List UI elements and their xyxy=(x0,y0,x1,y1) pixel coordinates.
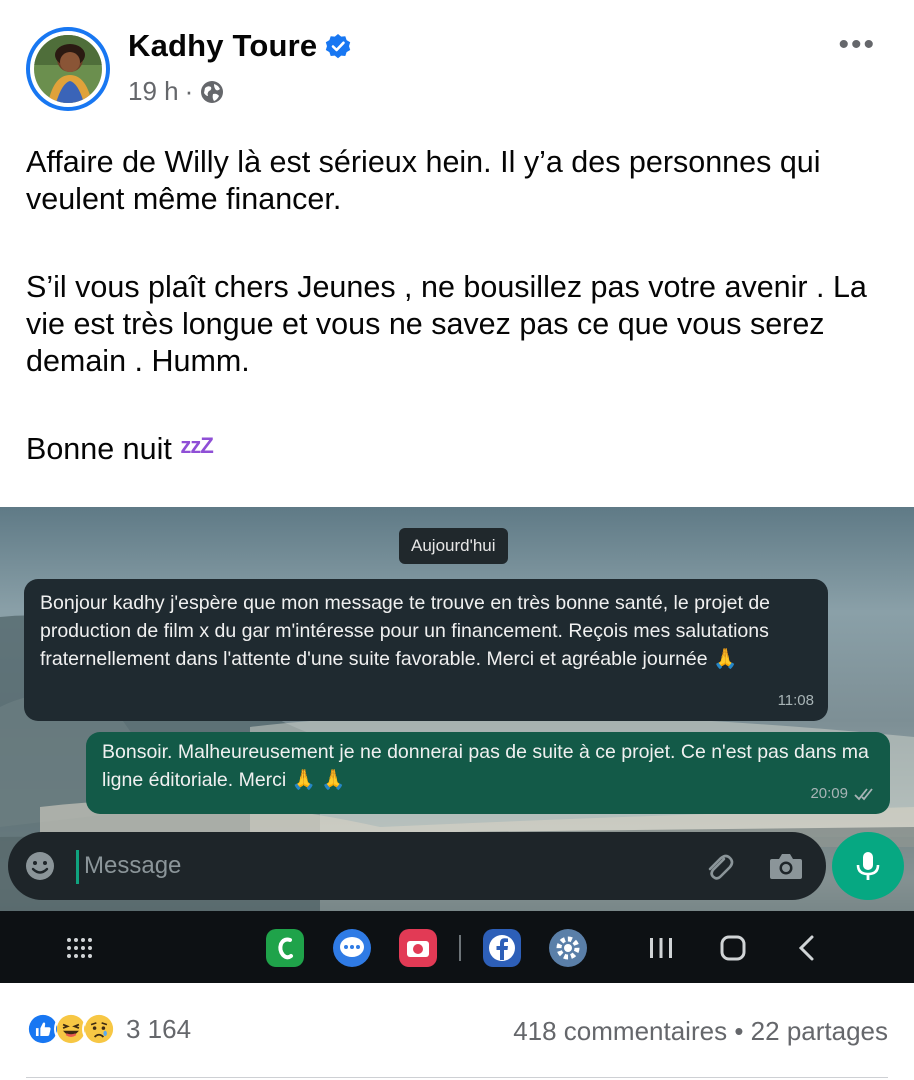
paperclip-icon[interactable] xyxy=(702,850,736,884)
facebook-app-icon[interactable] xyxy=(483,929,521,967)
date-chip: Aujourd'hui xyxy=(399,528,508,564)
incoming-message[interactable]: Bonjour kadhy j'espère que mon message t… xyxy=(24,579,828,721)
android-nav-bar xyxy=(0,911,914,983)
reactions-summary[interactable]: 3 164 xyxy=(26,1012,191,1046)
mic-icon xyxy=(856,852,880,880)
mic-button[interactable] xyxy=(832,832,904,900)
incoming-message-time: 11:08 xyxy=(777,692,814,709)
post-paragraph-1: Affaire de Willy là est sérieux hein. Il… xyxy=(26,145,821,216)
home-icon[interactable] xyxy=(716,931,750,965)
author-name[interactable]: Kadhy Toure xyxy=(128,28,317,64)
meta-separator: · xyxy=(184,76,194,106)
text-cursor xyxy=(76,850,79,884)
message-input[interactable]: Message xyxy=(84,846,181,886)
more-options-icon[interactable]: ••• xyxy=(838,28,876,62)
post-time[interactable]: 19 h xyxy=(128,76,179,107)
messages-app-icon[interactable] xyxy=(333,929,371,967)
post-text: Affaire de Willy là est sérieux hein. Il… xyxy=(26,144,886,470)
emoji-icon[interactable] xyxy=(24,850,56,882)
post-stats: 418 commentaires • 22 partages xyxy=(513,1016,888,1047)
back-icon[interactable] xyxy=(790,931,824,965)
message-input-bar[interactable]: Message xyxy=(8,832,826,900)
outgoing-message-text: Bonsoir. Malheureusement je ne donnerai … xyxy=(102,741,869,791)
comments-link[interactable]: 418 commentaires xyxy=(513,1016,727,1046)
good-night-text: Bonne nuit xyxy=(26,432,172,466)
sad-reaction-icon xyxy=(82,1012,116,1046)
post-meta: 19 h · xyxy=(128,76,225,107)
post-header: Kadhy Toure 19 h · ••• xyxy=(0,0,914,120)
verified-badge-icon xyxy=(325,34,351,59)
outgoing-message[interactable]: Bonsoir. Malheureusement je ne donnerai … xyxy=(86,732,890,814)
post-paragraph-3: Bonne nuit zzZ xyxy=(26,431,886,470)
shares-link[interactable]: 22 partages xyxy=(751,1016,888,1046)
camera-app-icon[interactable] xyxy=(399,929,437,967)
post-footer: 3 164 418 commentaires • 22 partages xyxy=(0,1000,914,1070)
dock-divider xyxy=(459,935,461,961)
post-paragraph-2: S’il vous plaît chers Jeunes , ne bousil… xyxy=(26,270,867,378)
double-check-icon xyxy=(854,788,873,801)
sleeping-emoji-icon: zzZ xyxy=(180,433,213,458)
avatar[interactable] xyxy=(26,27,110,111)
settings-app-icon[interactable] xyxy=(549,929,587,967)
camera-icon[interactable] xyxy=(768,849,804,883)
recents-icon[interactable] xyxy=(644,931,678,965)
globe-icon xyxy=(201,80,224,103)
apps-grid-icon[interactable] xyxy=(62,931,96,965)
incoming-message-text: Bonjour kadhy j'espère que mon message t… xyxy=(40,592,771,670)
phone-app-icon[interactable] xyxy=(266,929,304,967)
footer-divider xyxy=(26,1077,888,1078)
stats-separator: • xyxy=(734,1016,744,1046)
reaction-count: 3 164 xyxy=(126,1013,192,1044)
post-image[interactable]: Aujourd'hui Bonjour kadhy j'espère que m… xyxy=(0,507,914,983)
avatar-image xyxy=(34,35,102,103)
outgoing-message-time: 20:09 xyxy=(810,780,876,808)
